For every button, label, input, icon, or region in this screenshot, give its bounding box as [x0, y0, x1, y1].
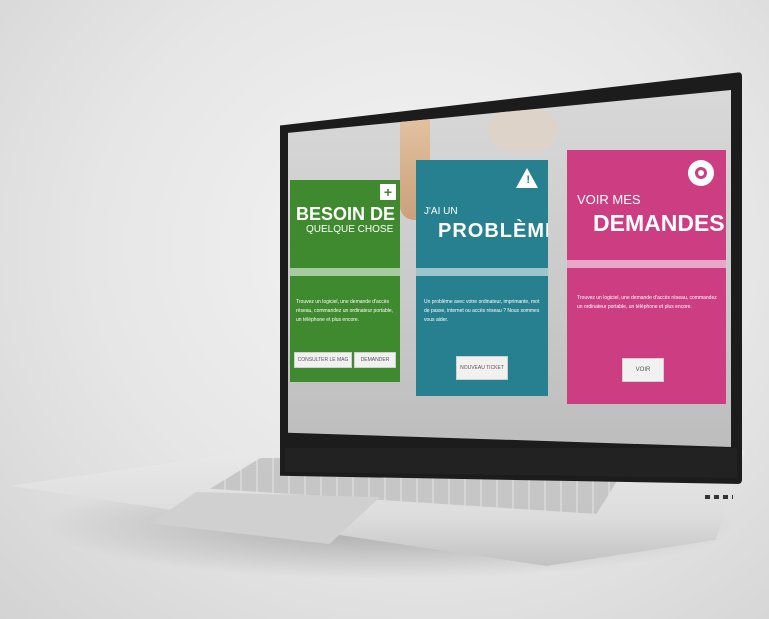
plus-icon: + [380, 184, 396, 200]
card-probleme[interactable]: ! J'AI UN PROBLÈME Un problème avec votr… [416, 160, 548, 396]
usb-ports [705, 495, 733, 499]
card-demandes[interactable]: VOIR MES DEMANDES Trouvez un logiciel, u… [567, 150, 726, 404]
card-divider [567, 260, 726, 268]
request-button[interactable]: DEMANDER [354, 352, 396, 368]
consult-button[interactable]: CONSULTER LE MAG [294, 352, 352, 368]
view-button[interactable]: VOIR [622, 358, 664, 382]
card-description: Un problème avec votre ordinateur, impri… [424, 299, 540, 323]
card-subtitle: DEMANDES [593, 210, 725, 236]
card-description: Trouvez un logiciel, une demande d'accès… [577, 295, 717, 310]
eye-icon [688, 160, 714, 186]
card-description: Trouvez un logiciel, une demande d'accès… [296, 299, 394, 323]
card-divider [290, 268, 400, 276]
warning-mark: ! [526, 174, 530, 186]
card-title: J'AI UN [424, 206, 458, 217]
laptop: + BESOIN DE QUELQUE CHOSE Trouvez un log… [0, 0, 769, 619]
card-besoin[interactable]: + BESOIN DE QUELQUE CHOSE Trouvez un log… [290, 180, 400, 382]
background-hand-image [488, 110, 558, 150]
card-title: VOIR MES [577, 192, 641, 207]
card-title: BESOIN DE [296, 204, 396, 224]
new-ticket-button[interactable]: NOUVEAU TICKET [456, 356, 508, 380]
card-subtitle: QUELQUE CHOSE [306, 224, 394, 235]
screen: + BESOIN DE QUELQUE CHOSE Trouvez un log… [288, 90, 731, 447]
card-divider [416, 268, 548, 276]
card-subtitle: PROBLÈME [438, 220, 548, 242]
